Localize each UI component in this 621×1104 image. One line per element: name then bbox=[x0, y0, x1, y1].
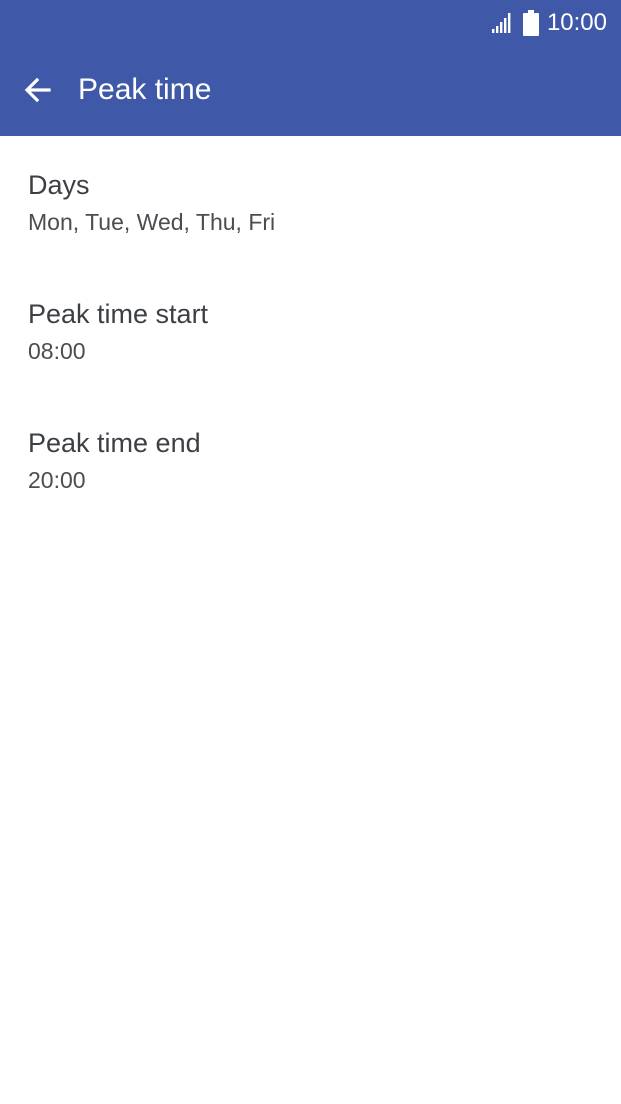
setting-days[interactable]: Days Mon, Tue, Wed, Thu, Fri bbox=[0, 136, 621, 265]
setting-peak-time-start[interactable]: Peak time start 08:00 bbox=[0, 265, 621, 394]
setting-value: Mon, Tue, Wed, Thu, Fri bbox=[28, 209, 276, 235]
back-arrow-icon bbox=[24, 77, 51, 103]
setting-title: Peak time start bbox=[28, 299, 209, 329]
app-bar: 10:00 Peak time bbox=[0, 0, 621, 136]
setting-value: 08:00 bbox=[28, 338, 86, 364]
setting-title: Days bbox=[28, 170, 90, 200]
status-time: 10:00 bbox=[546, 9, 607, 36]
status-icons: 10:00 bbox=[491, 8, 607, 38]
setting-peak-time-end[interactable]: Peak time end 20:00 bbox=[0, 394, 621, 523]
signal-icon bbox=[491, 13, 511, 33]
battery-icon bbox=[522, 10, 539, 36]
back-button[interactable] bbox=[14, 66, 62, 114]
setting-value: 20:00 bbox=[28, 467, 86, 493]
setting-title: Peak time end bbox=[28, 428, 201, 458]
toolbar: Peak time bbox=[0, 44, 621, 136]
page-title: Peak time bbox=[78, 73, 212, 106]
settings-list: Days Mon, Tue, Wed, Thu, Fri Peak time s… bbox=[0, 136, 621, 523]
status-bar: 10:00 bbox=[0, 0, 621, 44]
